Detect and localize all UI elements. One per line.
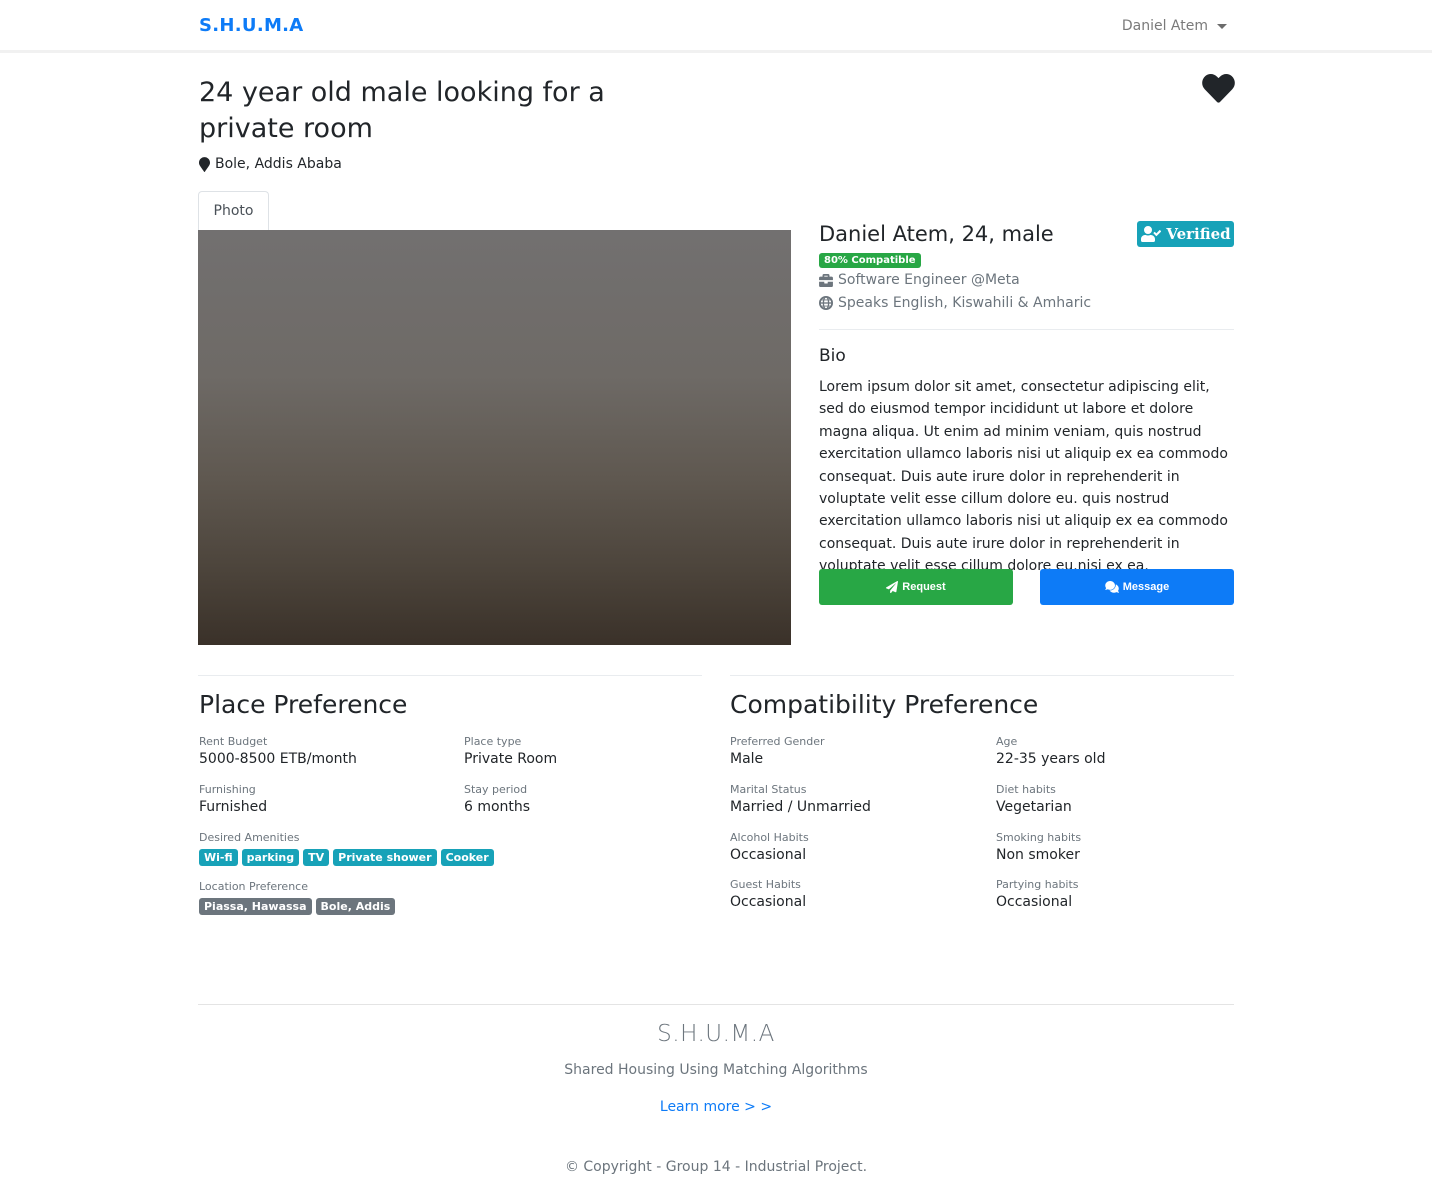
profile-divider [819, 329, 1234, 330]
amenity-badge: parking [241, 849, 300, 866]
field-value: Occasional [996, 894, 1073, 910]
amenities-list: Wi-fi parking TV Private shower Cooker [199, 849, 494, 866]
field-diet-habits: Diet habits Vegetarian [996, 783, 1072, 815]
field-label: Partying habits [996, 878, 1079, 891]
locations-list: Piassa, Hawassa Bole, Addis [199, 898, 396, 915]
amenity-badge: TV [303, 849, 330, 866]
brand-logo[interactable]: S.H.U.M.A [199, 15, 304, 36]
languages-line: Speaks English, Kiswahili & Amharic [819, 295, 1091, 311]
footer-tagline: Shared Housing Using Matching Algorithms [564, 1062, 868, 1078]
amenity-badge: Wi-fi [199, 849, 238, 866]
verified-label: Verified [1166, 225, 1231, 243]
languages-text: Speaks English, Kiswahili & Amharic [838, 295, 1092, 311]
field-value: 6 months [464, 799, 531, 815]
field-partying-habits: Partying habits Occasional [996, 878, 1079, 910]
field-label: Marital Status [730, 783, 807, 796]
field-stay-period: Stay period 6 months [464, 783, 530, 815]
field-preferred-gender: Preferred Gender Male [730, 735, 825, 767]
field-value: 5000-8500 ETB/month [199, 751, 357, 767]
request-button[interactable]: Request [819, 569, 1013, 605]
field-value: Vegetarian [996, 799, 1072, 815]
user-check-icon [1141, 226, 1162, 242]
field-value: Private Room [464, 751, 558, 767]
heart-icon [1202, 74, 1235, 103]
message-label: Message [1122, 581, 1170, 593]
tab-photo[interactable]: Photo [198, 191, 269, 231]
compatibility-preference-heading: Compatibility Preference [730, 690, 1039, 719]
field-value: Furnished [199, 799, 268, 815]
favorite-button[interactable] [1202, 74, 1235, 104]
amenity-badge: Cooker [440, 849, 494, 866]
briefcase-icon [819, 273, 833, 287]
message-button[interactable]: Message [1040, 569, 1234, 605]
compatibility-badge: 80% Compatible [819, 253, 921, 268]
listing-title: 24 year old male looking for a private r… [199, 77, 605, 144]
field-label: Stay period [464, 783, 528, 796]
bio-text: Lorem ipsum dolor sit amet, consectetur … [819, 379, 1228, 575]
field-location-preference: Location Preference Piassa, Hawassa Bole… [199, 880, 396, 915]
field-rent-budget: Rent Budget 5000-8500 ETB/month [199, 735, 357, 767]
field-value: Non smoker [996, 847, 1080, 863]
field-label: Desired Amenities [199, 831, 300, 844]
verified-badge: Verified [1137, 221, 1234, 247]
field-label: Alcohol Habits [730, 831, 809, 844]
user-name: Daniel Atem [1121, 18, 1208, 34]
field-label: Smoking habits [996, 831, 1082, 844]
listing-location: Bole, Addis Ababa [199, 156, 342, 172]
field-value: 22-35 years old [996, 751, 1106, 767]
field-label: Guest Habits [730, 878, 801, 891]
field-value: Married / Unmarried [730, 799, 871, 815]
field-value: Occasional [730, 847, 807, 863]
place-divider [198, 675, 702, 676]
bio-heading: Bio [819, 346, 846, 366]
occupation-line: Software Engineer @Meta [819, 272, 1020, 288]
field-label: Preferred Gender [730, 735, 825, 748]
field-furnishing: Furnishing Furnished [199, 783, 267, 815]
location-badge: Piassa, Hawassa [199, 898, 312, 915]
learn-more-link[interactable]: Learn more > > [660, 1099, 772, 1115]
field-marital-status: Marital Status Married / Unmarried [730, 783, 871, 815]
media-tabs: Photo [198, 191, 791, 231]
place-preference-heading: Place Preference [199, 690, 408, 719]
field-label: Place type [464, 735, 522, 748]
location-text: Bole, Addis Ababa [215, 156, 342, 172]
footer-divider [198, 1004, 1234, 1005]
field-label: Furnishing [199, 783, 256, 796]
comments-icon [1104, 581, 1119, 593]
field-guest-habits: Guest Habits Occasional [730, 878, 806, 910]
listing-photo [198, 230, 791, 645]
chevron-down-icon [1217, 23, 1227, 29]
field-desired-amenities: Desired Amenities Wi-fi parking TV Priva… [199, 831, 494, 866]
field-place-type: Place type Private Room [464, 735, 557, 767]
profile-name: Daniel Atem, 24, male [819, 222, 1054, 246]
field-label: Rent Budget [199, 735, 268, 748]
footer-copyright: © Copyright - Group 14 - Industrial Proj… [564, 1159, 868, 1175]
navbar: S.H.U.M.A Daniel Atem [0, 0, 1432, 53]
occupation-text: Software Engineer @Meta [838, 272, 1020, 288]
field-label: Age [996, 735, 1018, 748]
amenity-badge: Private shower [333, 849, 437, 866]
globe-icon [819, 296, 833, 310]
map-marker-icon [199, 156, 210, 172]
compat-divider [730, 675, 1234, 676]
field-alcohol-habits: Alcohol Habits Occasional [730, 831, 809, 863]
field-smoking-habits: Smoking habits Non smoker [996, 831, 1081, 863]
footer-brand: S.H.U.M.A [657, 1021, 775, 1047]
field-label: Diet habits [996, 783, 1056, 796]
field-value: Occasional [730, 894, 807, 910]
user-menu-dropdown[interactable]: Daniel Atem [1122, 18, 1227, 34]
field-label: Location Preference [199, 880, 308, 893]
paper-plane-icon [886, 581, 899, 593]
field-value: Male [730, 751, 764, 767]
field-age: Age 22-35 years old [996, 735, 1105, 767]
location-badge: Bole, Addis [315, 898, 396, 915]
request-label: Request [902, 581, 946, 593]
